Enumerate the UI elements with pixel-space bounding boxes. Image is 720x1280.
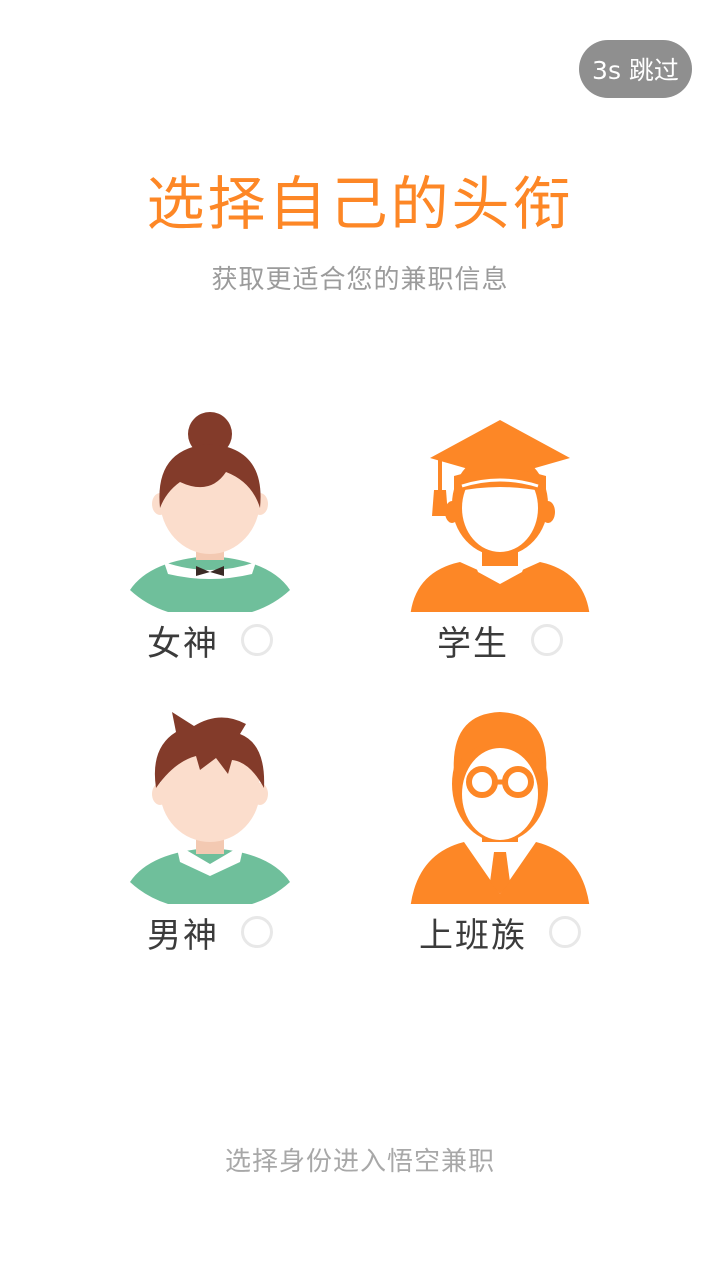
- option-radio[interactable]: [549, 916, 581, 948]
- page-title: 选择自己的头衔: [146, 170, 574, 238]
- goddess-avatar-icon: [130, 412, 290, 612]
- option-office-worker[interactable]: 上班族: [390, 704, 610, 964]
- option-male-god[interactable]: 男神: [100, 704, 320, 964]
- option-radio[interactable]: [241, 916, 273, 948]
- skip-button[interactable]: 3s 跳过: [579, 40, 692, 98]
- option-student[interactable]: 学生: [390, 412, 610, 672]
- option-radio[interactable]: [531, 624, 563, 656]
- option-label: 学生: [437, 623, 509, 664]
- option-label: 男神: [147, 915, 219, 956]
- student-avatar-icon: [410, 420, 590, 612]
- footer-hint: 选择身份进入悟空兼职: [224, 1147, 495, 1177]
- page-subtitle: 获取更适合您的兼职信息: [211, 265, 509, 295]
- office-worker-avatar-icon: [410, 712, 590, 904]
- option-label: 女神: [147, 623, 219, 664]
- option-goddess[interactable]: 女神: [100, 412, 320, 672]
- male-god-avatar-icon: [130, 712, 290, 904]
- option-label: 上班族: [419, 915, 527, 956]
- option-radio[interactable]: [241, 624, 273, 656]
